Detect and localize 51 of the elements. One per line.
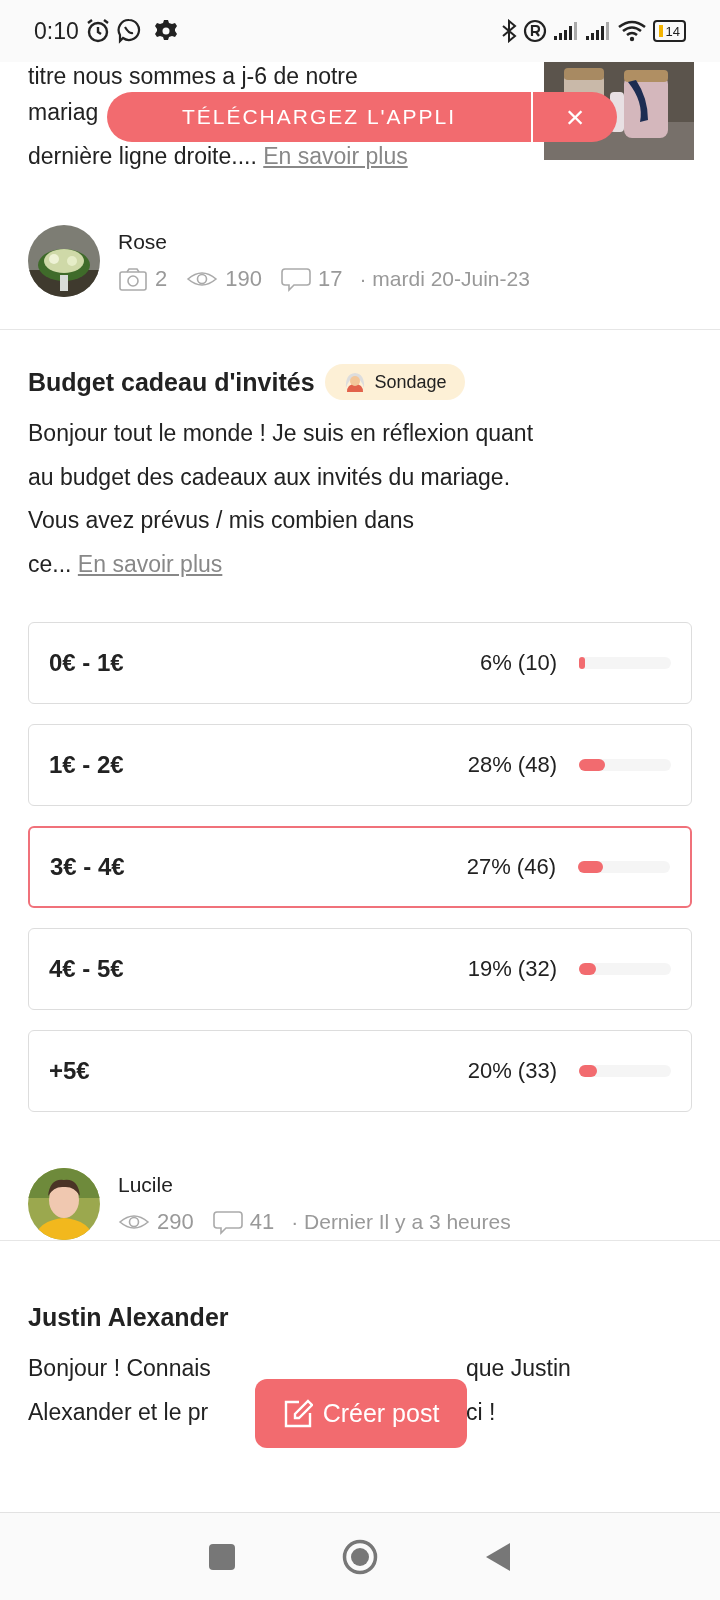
view-count: 190 [225, 266, 262, 292]
post-text: Bonjour tout le monde ! Je suis en réflexion quant au budget des cadeaux aux invités du mariage. Vous avez prévus / mis combien dans ce... En savoir plus [28, 419, 535, 579]
signal-icon [552, 20, 579, 42]
option-label: 4€ - 5€ [49, 955, 125, 983]
option-label: 1€ - 2€ [49, 751, 125, 779]
option-label: 3€ - 4€ [50, 853, 126, 881]
option-label: +5€ [49, 1057, 91, 1085]
poll-option[interactable]: 1€ - 2€ 28% (48) [28, 724, 692, 806]
option-result: 27% (46) [466, 854, 556, 880]
post-text: dernière ligne droite.... [28, 143, 257, 169]
option-label: 0€ - 1€ [49, 649, 125, 677]
post-date: · mardi 20-Juin-23 [359, 267, 530, 291]
post-text: titre nous sommes a j-6 de notre [28, 63, 358, 89]
signal-icon [584, 20, 611, 42]
post-text: ci ! [466, 1398, 497, 1427]
comment-count: 17 [317, 266, 343, 292]
option-result: 19% (32) [467, 956, 557, 982]
recent-apps-icon [208, 1542, 236, 1571]
poll-option[interactable]: +5€ 20% (33) [28, 1030, 692, 1112]
poll-option[interactable]: 4€ - 5€ 19% (32) [28, 928, 692, 1010]
edit-icon [282, 1398, 313, 1429]
chat-icon [116, 18, 141, 44]
option-result: 6% (10) [479, 650, 557, 676]
post-title: Budget cadeau d'invités [28, 367, 315, 397]
post-text: que Justin [466, 1354, 572, 1383]
poll-option[interactable]: 0€ - 1€ 6% (10) [28, 622, 692, 704]
photo-count: 2 [155, 266, 168, 292]
post-title: Justin Alexander [28, 1303, 230, 1332]
comment-count: 41 [249, 1209, 275, 1235]
post-text: mariag [28, 99, 99, 125]
registered-icon [522, 19, 547, 43]
tag-label: Sondage [374, 371, 447, 393]
back-icon [484, 1540, 512, 1573]
author-name: Rose [118, 230, 169, 254]
status-time: 0:10 [34, 17, 79, 45]
view-count: 290 [157, 1209, 194, 1235]
post-text: Alexander et le pr [28, 1398, 210, 1427]
battery-indicator: 14 [652, 20, 686, 42]
wifi-icon [616, 19, 647, 43]
read-more-link[interactable]: En savoir plus [77, 550, 223, 577]
post-date: · Dernier Il y a 3 heures [291, 1210, 511, 1234]
read-more-link[interactable]: En savoir plus [263, 143, 408, 169]
option-result: 28% (48) [467, 752, 557, 778]
comment-icon [212, 1209, 243, 1235]
post-text: Bonjour ! Connais [28, 1354, 212, 1383]
home-icon [342, 1538, 378, 1575]
poll-option[interactable]: 3€ - 4€ 27% (46) [28, 826, 692, 908]
camera-icon [118, 266, 148, 292]
comment-icon [280, 266, 311, 292]
option-result: 20% (33) [467, 1058, 557, 1084]
author-name: Lucile [118, 1173, 174, 1197]
